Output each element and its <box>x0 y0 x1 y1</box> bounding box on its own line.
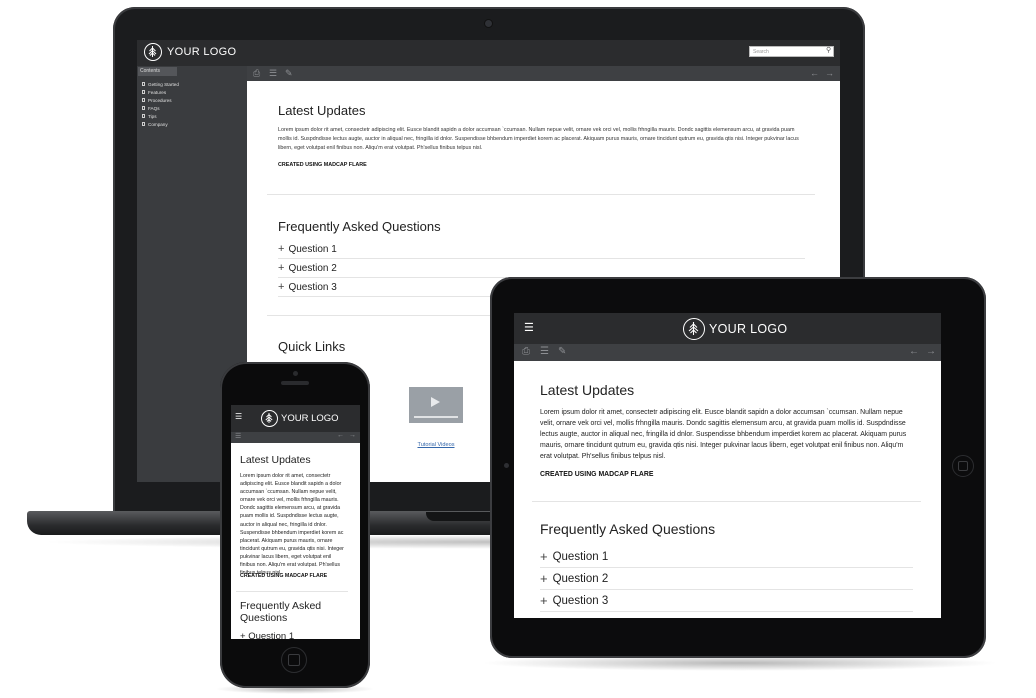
document-icon <box>142 114 145 118</box>
sidebar-item-getting-started[interactable]: Getting Started <box>137 80 247 88</box>
faq-list: + Question 1 + Question 2 + Question 3 <box>540 546 913 612</box>
back-arrow-icon[interactable]: ← <box>909 346 919 357</box>
document-icon <box>142 106 145 110</box>
document-icon <box>142 98 145 102</box>
edit-icon[interactable]: ✎ <box>558 346 566 357</box>
sidebar-item-features[interactable]: Features <box>137 88 247 96</box>
print-icon[interactable]: ⎙ <box>253 68 260 79</box>
question-label: Question 1 <box>248 631 295 639</box>
latest-updates-title: Latest Updates <box>540 382 635 398</box>
divider <box>236 591 348 592</box>
home-square-icon <box>958 461 968 471</box>
document-icon <box>142 82 145 86</box>
sidebar-item-label: FAQs <box>148 105 160 111</box>
sidebar-item-label: Features <box>148 89 167 95</box>
forward-arrow-icon[interactable]: → <box>926 346 936 357</box>
plus-icon: + <box>540 549 548 564</box>
tablet-screen: ☰ YOUR LOGO ⎙ ☰ ✎ ← → Latest Updates Lor… <box>514 313 941 618</box>
menu-icon[interactable]: ☰ <box>235 412 242 421</box>
latest-updates-title: Latest Updates <box>240 454 311 466</box>
list-icon[interactable]: ☰ <box>235 432 241 440</box>
question-label: Question 3 <box>288 281 337 293</box>
search-icon[interactable]: ⚲ <box>826 46 831 54</box>
phone-speaker <box>281 381 309 385</box>
divider <box>267 194 815 195</box>
menu-icon[interactable]: ☰ <box>524 321 534 334</box>
sidebar-item-procedures[interactable]: Procedures <box>137 96 247 104</box>
faq-question-1[interactable]: + Question 1 <box>240 631 294 639</box>
tablet-camera <box>504 463 509 468</box>
faq-question-3[interactable]: + Question 3 <box>540 590 913 612</box>
latest-updates-body: Lorem ipsum dolor rit amet, consectetr a… <box>278 127 799 151</box>
phone-screen: ☰ YOUR LOGO ☰ ← → Latest Updates Lorem i… <box>231 405 360 639</box>
plus-icon: + <box>278 262 285 274</box>
question-label: Question 2 <box>552 572 609 585</box>
play-icon <box>431 397 440 407</box>
tutorial-videos-link[interactable]: Tutorial Videos <box>403 442 469 448</box>
tab-contents[interactable]: Contents <box>138 67 177 76</box>
toolbar <box>514 344 941 361</box>
document-icon <box>142 90 145 94</box>
tree-logo-icon[interactable] <box>144 43 162 61</box>
quick-links-title: Quick Links <box>278 339 346 354</box>
logo-text[interactable]: YOUR LOGO <box>281 413 339 424</box>
list-icon[interactable]: ☰ <box>540 346 549 357</box>
latest-updates-title: Latest Updates <box>278 103 366 118</box>
sidebar-item-tips[interactable]: Tips <box>137 112 247 120</box>
document-icon <box>142 122 145 126</box>
phone-camera <box>293 371 298 376</box>
plus-icon: + <box>240 631 249 639</box>
tree-logo-icon[interactable] <box>261 410 278 427</box>
back-arrow-icon[interactable]: ← <box>337 432 344 439</box>
laptop-camera <box>485 20 492 27</box>
question-label: Question 3 <box>552 594 609 607</box>
video-progress-bar <box>414 416 458 418</box>
edit-icon[interactable]: ✎ <box>285 68 293 79</box>
latest-updates-body: Lorem ipsum dolor rit amet, consectetr a… <box>540 409 907 460</box>
sidebar-nav: Getting Started Features Procedures FAQs… <box>137 80 247 128</box>
sidebar-item-label: Company <box>148 121 168 127</box>
question-label: Question 1 <box>288 243 337 255</box>
faq-question-1[interactable]: + Question 1 <box>278 240 805 259</box>
plus-icon: + <box>278 281 285 293</box>
plus-icon: + <box>278 243 285 255</box>
created-with-label: CREATED USING MADCAP FLARE <box>240 573 328 579</box>
faq-question-2[interactable]: + Question 2 <box>540 568 913 590</box>
sidebar-item-company[interactable]: Company <box>137 120 247 128</box>
plus-icon: + <box>540 571 548 586</box>
faq-title: Frequently Asked Questions <box>278 219 441 234</box>
divider <box>532 501 921 502</box>
search-input[interactable]: Search <box>749 46 834 57</box>
created-with-label: CREATED USING MADCAP FLARE <box>540 471 654 478</box>
faq-title: Frequently Asked Questions <box>540 521 716 537</box>
laptop-header <box>137 40 840 66</box>
question-label: Question 1 <box>552 550 609 563</box>
sidebar-item-label: Getting Started <box>148 81 179 87</box>
tree-logo-icon[interactable] <box>683 318 705 340</box>
sidebar-item-label: Procedures <box>148 97 172 103</box>
list-icon[interactable]: ☰ <box>269 68 277 79</box>
logo-text[interactable]: YOUR LOGO <box>709 322 787 336</box>
sidebar-item-faqs[interactable]: FAQs <box>137 104 247 112</box>
forward-arrow-icon[interactable]: → <box>349 432 356 439</box>
print-icon[interactable]: ⎙ <box>522 346 530 357</box>
faq-question-1[interactable]: + Question 1 <box>540 546 913 568</box>
logo-text[interactable]: YOUR LOGO <box>167 46 236 58</box>
forward-arrow-icon[interactable]: → <box>825 68 834 78</box>
toolbar <box>247 66 840 81</box>
sidebar-item-label: Tips <box>148 113 157 119</box>
plus-icon: + <box>540 593 548 608</box>
latest-updates-body: Lorem ipsum dolor rit amet, consectetr a… <box>240 473 344 577</box>
created-with-label: CREATED USING MADCAP FLARE <box>278 162 367 168</box>
question-label: Question 2 <box>288 262 337 274</box>
back-arrow-icon[interactable]: ← <box>810 68 819 78</box>
faq-question-2[interactable]: + Question 2 <box>278 259 805 278</box>
faq-title: Frequently Asked Questions <box>240 600 322 624</box>
home-square-icon <box>288 654 300 666</box>
